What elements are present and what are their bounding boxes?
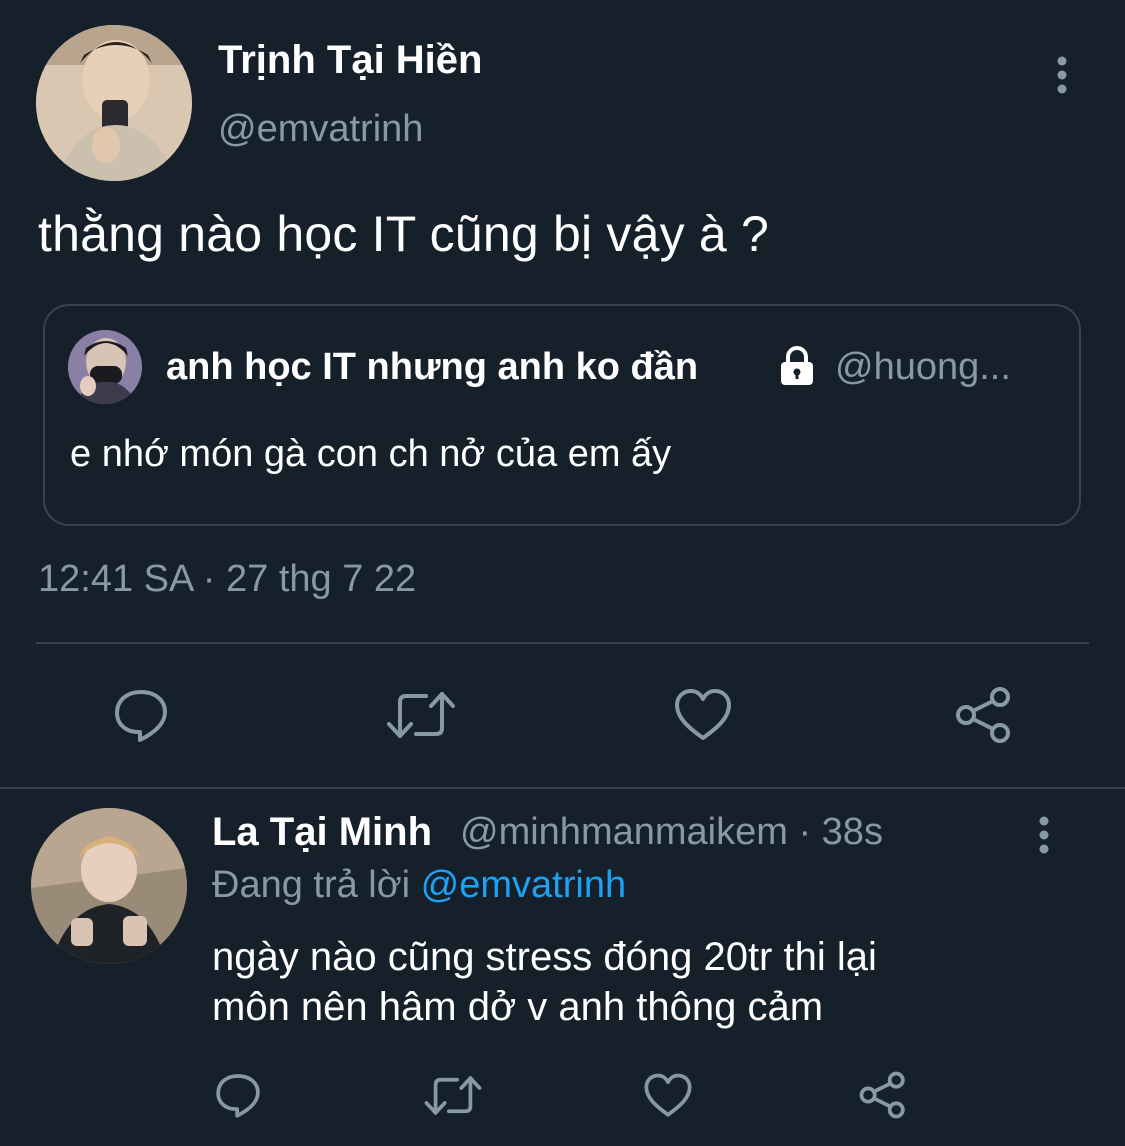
retweet-icon[interactable]	[386, 688, 456, 742]
like-icon[interactable]	[643, 1073, 693, 1118]
quoted-tweet-text: e nhớ món gà con ch nở của em ấy	[70, 433, 672, 475]
author-handle[interactable]: @emvatrinh	[218, 108, 423, 151]
quoted-author-avatar	[68, 330, 142, 404]
reply-text-line: ngày nào cũng stress đóng 20tr thi lại	[212, 935, 877, 979]
share-icon[interactable]	[954, 686, 1014, 744]
divider	[36, 642, 1089, 644]
tweet-timestamp[interactable]: 12:41 SA · 27 thg 7 22	[38, 558, 416, 601]
retweet-icon[interactable]	[424, 1073, 482, 1118]
reply-icon[interactable]	[112, 686, 170, 744]
reply-author-avatar[interactable]	[31, 808, 187, 964]
reply-author-name[interactable]: La Tại Minh	[212, 810, 432, 855]
like-icon[interactable]	[673, 688, 733, 742]
quoted-tweet-card[interactable]	[43, 304, 1081, 526]
reply-text-line: môn nên hâm dở v anh thông cảm	[212, 985, 824, 1029]
share-icon[interactable]	[858, 1071, 908, 1119]
replying-to-label: Đang trả lời	[212, 864, 421, 906]
reply-icon[interactable]	[214, 1071, 262, 1119]
replying-to-line: Đang trả lời @emvatrinh	[212, 864, 626, 907]
replying-to-mention[interactable]: @emvatrinh	[421, 864, 626, 906]
author-name[interactable]: Trịnh Tại Hiền	[218, 38, 482, 83]
reply-meta: @minhmanmaikem · 38s	[460, 811, 883, 854]
quoted-author-name: anh học IT nhưng anh ko đần	[166, 346, 699, 388]
quoted-author-handle: @huong...	[835, 346, 1011, 388]
reply-time[interactable]: 38s	[822, 811, 883, 853]
more-options-icon[interactable]	[1052, 54, 1072, 98]
more-options-icon[interactable]	[1034, 814, 1054, 858]
lock-icon	[776, 345, 818, 387]
reply-author-handle[interactable]: @minhmanmaikem	[460, 811, 788, 853]
reply-text: ngày nào cũng stress đóng 20tr thi lại m…	[212, 932, 1092, 1032]
meta-separator: ·	[787, 811, 822, 853]
tweet-text: thằng nào học IT cũng bị vậy à ?	[38, 206, 769, 262]
divider	[0, 787, 1125, 789]
author-avatar[interactable]	[36, 25, 192, 181]
